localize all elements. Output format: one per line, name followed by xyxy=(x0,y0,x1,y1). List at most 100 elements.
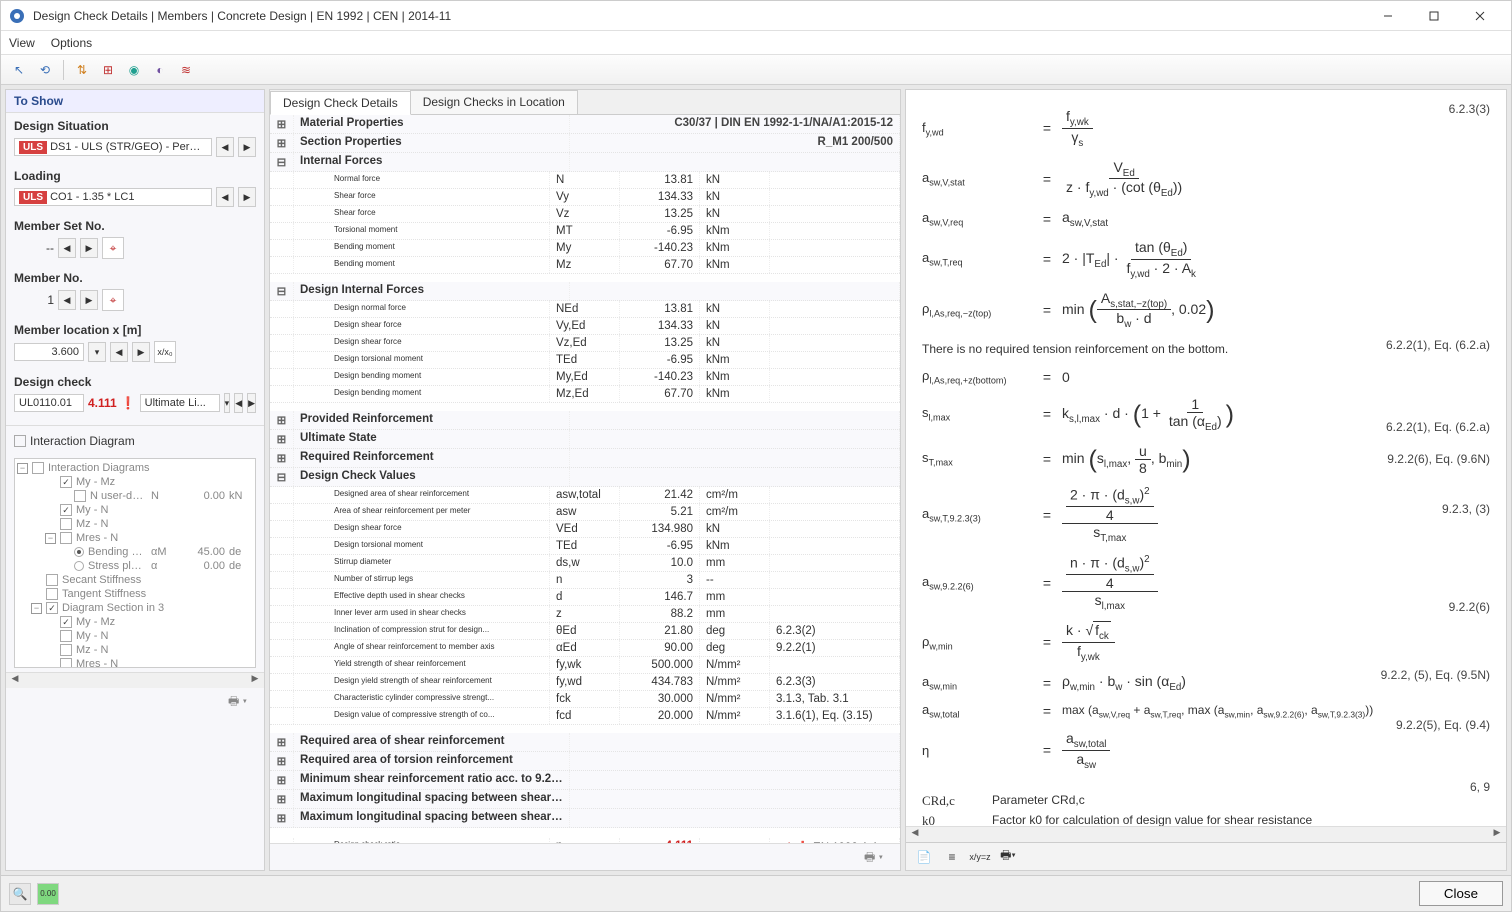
grid-data-row[interactable]: Design normal forceNEd13.81kN xyxy=(270,301,900,318)
grid-data-row[interactable]: Number of stirrup legsn3-- xyxy=(270,572,900,589)
formula-print-icon[interactable]: 🖶▾ xyxy=(996,845,1020,869)
design-check-type-dropdown[interactable]: ▾ xyxy=(224,393,231,413)
tool-btn-4[interactable]: ⊞ xyxy=(96,58,120,82)
tree-item[interactable]: Mz - N xyxy=(17,517,253,531)
interaction-diagram-checkbox[interactable] xyxy=(14,435,26,447)
tool-btn-5[interactable]: ◉ xyxy=(122,58,146,82)
footer-search-icon[interactable]: 🔍 xyxy=(9,883,31,905)
design-situation-select[interactable]: ULS DS1 - ULS (STR/GEO) - Permane... xyxy=(14,138,212,156)
tree-item[interactable]: My - N xyxy=(17,629,253,643)
grid-data-row[interactable]: Design yield strength of shear reinforce… xyxy=(270,674,900,691)
close-window-button[interactable] xyxy=(1457,1,1503,31)
close-button[interactable]: Close xyxy=(1419,881,1503,906)
tool-btn-3[interactable]: ⇅ xyxy=(70,58,94,82)
print-icon[interactable]: 🖶 ▾ xyxy=(228,692,248,710)
grid-group[interactable]: ⊟Design Check Values xyxy=(270,468,900,487)
member-set-next[interactable]: ▶ xyxy=(80,238,98,258)
tree-item[interactable]: Mz - N xyxy=(17,643,253,657)
tree-item[interactable]: N user-definedN0.00kN xyxy=(17,489,253,503)
design-check-prev[interactable]: ◀ xyxy=(234,393,243,413)
member-loc-value[interactable]: 3.600 xyxy=(14,343,84,361)
tree-item[interactable]: My - N xyxy=(17,503,253,517)
member-loc-next[interactable]: ▶ xyxy=(132,342,150,362)
grid-group[interactable]: ⊞Minimum shear reinforcement ratio acc. … xyxy=(270,771,900,790)
grid-data-row[interactable]: Inclination of compression strut for des… xyxy=(270,623,900,640)
grid-group[interactable]: ⊞Required area of shear reinforcement xyxy=(270,733,900,752)
tool-btn-6[interactable]: ◐ xyxy=(148,58,172,82)
member-no-pick-icon[interactable]: ⌖ xyxy=(102,289,124,311)
grid-data-row[interactable]: Design shear forceVy,Ed134.33kN xyxy=(270,318,900,335)
maximize-button[interactable] xyxy=(1411,1,1457,31)
menu-options[interactable]: Options xyxy=(51,36,92,50)
grid-group[interactable]: ⊞Provided Reinforcement xyxy=(270,411,900,430)
grid-group[interactable]: ⊟Design Internal Forces xyxy=(270,282,900,301)
design-situation-next[interactable]: ▶ xyxy=(238,137,256,157)
grid-data-row[interactable]: Area of shear reinforcement per meterasw… xyxy=(270,504,900,521)
grid-data-row[interactable]: Design bending momentMy,Ed-140.23kNm xyxy=(270,369,900,386)
mid-print-icon[interactable]: 🖶 ▾ xyxy=(864,848,884,866)
design-check-type[interactable]: Ultimate Li... xyxy=(140,394,220,412)
left-hscroll[interactable]: ◀▶ xyxy=(6,672,264,688)
member-no-next[interactable]: ▶ xyxy=(80,290,98,310)
tool-btn-7[interactable]: ≋ xyxy=(174,58,198,82)
grid-group[interactable]: ⊞Material PropertiesC30/37 | DIN EN 1992… xyxy=(270,115,900,134)
tree-item[interactable]: Bending momαM45.00de xyxy=(17,545,253,559)
grid-data-row[interactable]: Design torsional momentTEd-6.95kNm xyxy=(270,538,900,555)
grid-data-row[interactable]: Bending momentMz67.70kNm xyxy=(270,257,900,274)
design-check-next[interactable]: ▶ xyxy=(247,393,256,413)
grid-data-row[interactable]: Normal forceN13.81kN xyxy=(270,172,900,189)
tree-item[interactable]: Stress plane aα0.00de xyxy=(17,559,253,573)
tree-item[interactable]: My - Mz xyxy=(17,475,253,489)
interaction-tree[interactable]: −Interaction DiagramsMy - MzN user-defin… xyxy=(14,458,256,668)
grid-data-row[interactable]: Effective depth used in shear checksd146… xyxy=(270,589,900,606)
grid-group[interactable]: ⊟Internal Forces xyxy=(270,153,900,172)
formula-pane[interactable]: fy,wd= fy,wkγs 6.2.3(3) asw,V,stat= VEdz… xyxy=(906,90,1506,826)
member-set-pick-icon[interactable]: ⌖ xyxy=(102,237,124,259)
tab-design-check-details[interactable]: Design Check Details xyxy=(270,91,411,115)
design-check-code[interactable]: UL0110.01 xyxy=(14,394,84,412)
member-loc-dropdown[interactable]: ▾ xyxy=(88,342,106,362)
tree-item[interactable]: Secant Stiffness xyxy=(17,573,253,587)
grid-data-row[interactable]: Yield strength of shear reinforcementfy,… xyxy=(270,657,900,674)
loading-next[interactable]: ▶ xyxy=(238,187,256,207)
tree-item[interactable]: −Diagram Section in 3 xyxy=(17,601,253,615)
loading-select[interactable]: ULS CO1 - 1.35 * LC1 xyxy=(14,188,212,206)
design-situation-prev[interactable]: ◀ xyxy=(216,137,234,157)
minimize-button[interactable] xyxy=(1365,1,1411,31)
tree-item[interactable]: −Mres - N xyxy=(17,531,253,545)
formula-tool-1[interactable]: 📄 xyxy=(912,845,936,869)
formula-tool-2[interactable]: ≡ xyxy=(940,845,964,869)
grid-data-row[interactable]: Design bending momentMz,Ed67.70kNm xyxy=(270,386,900,403)
grid-data-row[interactable]: Shear forceVz13.25kN xyxy=(270,206,900,223)
formula-tool-3[interactable]: x/y=z xyxy=(968,845,992,869)
design-check-grid[interactable]: ⊞Material PropertiesC30/37 | DIN EN 1992… xyxy=(270,115,900,843)
grid-group[interactable]: ⊞Maximum longitudinal spacing between sh… xyxy=(270,809,900,828)
grid-data-row[interactable]: Design value of compressive strength of … xyxy=(270,708,900,725)
grid-data-row[interactable]: Characteristic cylinder compressive stre… xyxy=(270,691,900,708)
tab-design-checks-in-location[interactable]: Design Checks in Location xyxy=(410,90,578,114)
tree-item[interactable]: My - Mz xyxy=(17,615,253,629)
loading-prev[interactable]: ◀ xyxy=(216,187,234,207)
tree-item[interactable]: Mres - N xyxy=(17,657,253,668)
tree-item[interactable]: Tangent Stiffness xyxy=(17,587,253,601)
grid-group[interactable]: ⊞Required Reinforcement xyxy=(270,449,900,468)
tool-btn-1[interactable]: ↖ xyxy=(7,58,31,82)
grid-group[interactable]: ⊞Section PropertiesR_M1 200/500 xyxy=(270,134,900,153)
member-no-prev[interactable]: ◀ xyxy=(58,290,76,310)
grid-data-row[interactable]: Design shear forceVEd134.980kN xyxy=(270,521,900,538)
grid-group[interactable]: ⊞Maximum longitudinal spacing between sh… xyxy=(270,790,900,809)
grid-data-row[interactable]: Inner lever arm used in shear checksz88.… xyxy=(270,606,900,623)
tool-btn-2[interactable]: ⟲ xyxy=(33,58,57,82)
grid-data-row[interactable]: Design shear forceVz,Ed13.25kN xyxy=(270,335,900,352)
grid-data-row[interactable]: Designed area of shear reinforcementasw,… xyxy=(270,487,900,504)
grid-group[interactable]: ⊞Required area of torsion reinforcement xyxy=(270,752,900,771)
member-set-prev[interactable]: ◀ xyxy=(58,238,76,258)
grid-data-row[interactable]: Torsional momentMT-6.95kNm xyxy=(270,223,900,240)
grid-data-row[interactable]: Bending momentMy-140.23kNm xyxy=(270,240,900,257)
grid-data-row[interactable]: Shear forceVy134.33kN xyxy=(270,189,900,206)
grid-group[interactable]: ⊞Ultimate State xyxy=(270,430,900,449)
grid-data-row[interactable]: Stirrup diameterds,w10.0mm xyxy=(270,555,900,572)
grid-data-row[interactable]: Design torsional momentTEd-6.95kNm xyxy=(270,352,900,369)
grid-data-row[interactable]: Angle of shear reinforcement to member a… xyxy=(270,640,900,657)
member-loc-prev[interactable]: ◀ xyxy=(110,342,128,362)
